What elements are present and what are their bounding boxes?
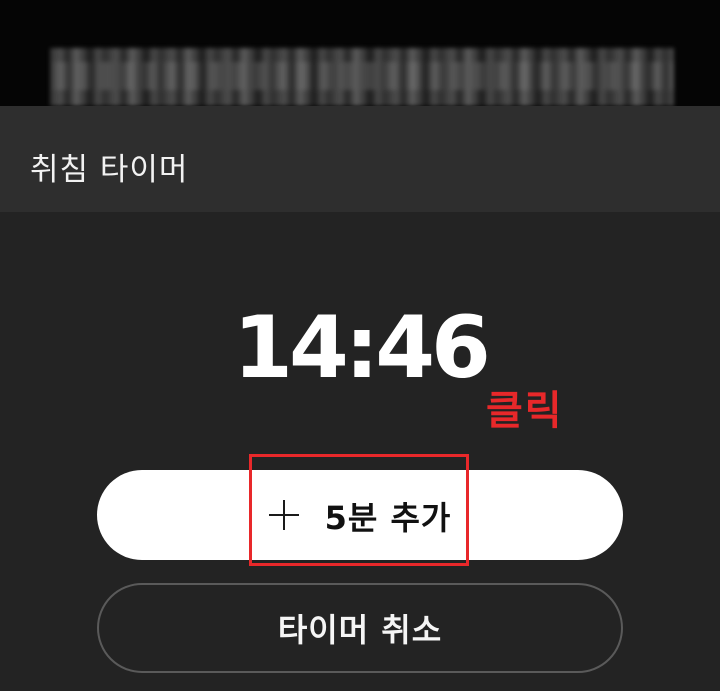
pixelated-content (50, 48, 674, 106)
status-strip (0, 0, 720, 106)
plus-icon (268, 500, 299, 530)
add-5-minutes-label: 5분 추가 (324, 499, 452, 537)
page-title: 취침 타이머 (30, 152, 189, 188)
timer-remaining-time: 14:46 (233, 298, 491, 398)
sleep-timer-screen: 취침 타이머 14:46 클릭 5분 추가 타이머 취소 (0, 0, 720, 691)
cancel-timer-label: 타이머 취소 (277, 611, 443, 649)
header-bar: 취침 타이머 (0, 106, 720, 212)
add-5-minutes-button[interactable]: 5분 추가 (97, 470, 623, 560)
click-annotation-label: 클릭 (486, 388, 564, 434)
cancel-timer-button[interactable]: 타이머 취소 (97, 583, 623, 673)
